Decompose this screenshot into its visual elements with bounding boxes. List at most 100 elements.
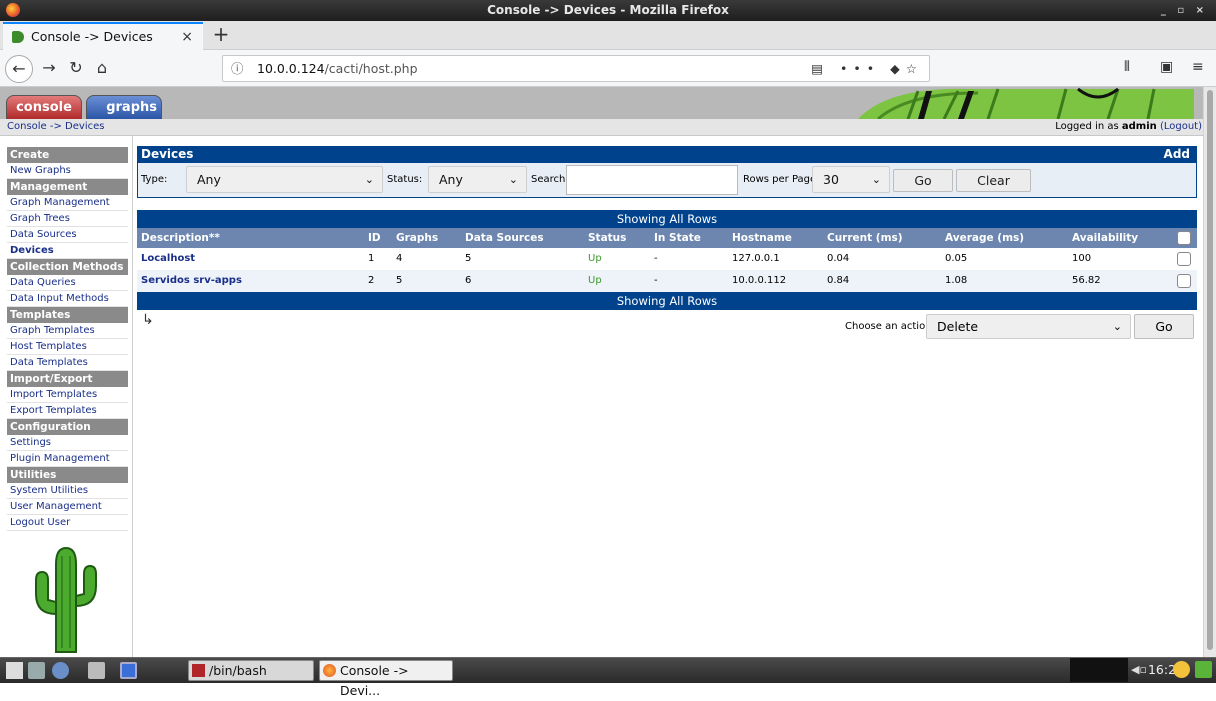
breadcrumb[interactable]: Console -> Devices (7, 119, 104, 135)
sidebar-item-export-templates[interactable]: Export Templates (7, 403, 128, 419)
sidebar-item-new-graphs[interactable]: New Graphs (7, 163, 128, 179)
desktop-icon[interactable] (88, 662, 105, 679)
bookmark-star-icon[interactable]: ☆ (906, 61, 923, 76)
sidebar-item-host-templates[interactable]: Host Templates (7, 339, 128, 355)
login-prefix: Logged in as (1055, 121, 1122, 132)
scrollbar-thumb[interactable] (1207, 90, 1213, 650)
url-host: 10.0.0.124 (257, 61, 325, 76)
reader-view-icon[interactable]: ▤ (811, 56, 823, 81)
col-average[interactable]: Average (ms) (945, 228, 1024, 248)
sidebar-item-plugin-management[interactable]: Plugin Management (7, 451, 128, 467)
table-row[interactable]: Servidos srv-apps 2 5 6 Up - 10.0.0.112 … (137, 270, 1197, 292)
col-description[interactable]: Description** (141, 228, 220, 248)
hamburger-menu-icon[interactable]: ≡ (1192, 59, 1204, 75)
add-device-link[interactable]: Add (1164, 146, 1190, 162)
col-availability[interactable]: Availability (1072, 228, 1138, 248)
site-info-icon[interactable]: ⓘ (231, 56, 244, 81)
device-link[interactable]: Servidos srv-apps (141, 275, 242, 286)
filter-go-button[interactable]: Go (893, 169, 953, 192)
filter-clear-button[interactable]: Clear (956, 169, 1031, 192)
cacti-favicon-icon (12, 31, 24, 43)
tab-console[interactable]: console (6, 95, 82, 119)
col-graphs[interactable]: Graphs (396, 228, 438, 248)
sidebar-item-settings[interactable]: Settings (7, 435, 128, 451)
window-titlebar: Console -> Devices - Mozilla Firefox _ ▫… (0, 0, 1216, 21)
cell-status: Up (588, 253, 602, 264)
taskbar-terminal[interactable]: /bin/bash (188, 660, 314, 681)
sidebar-item-import-templates[interactable]: Import Templates (7, 387, 128, 403)
search-label: Search: (531, 174, 569, 185)
chevron-down-icon: ⌄ (871, 173, 881, 186)
chevron-down-icon: ⌄ (508, 173, 518, 186)
showing-rows-top: Showing All Rows (137, 210, 1197, 228)
table-header: Description** ID Graphs Data Sources Sta… (137, 228, 1197, 248)
home-button[interactable]: ⌂ (91, 58, 113, 78)
col-data-sources[interactable]: Data Sources (465, 228, 544, 248)
col-hostname[interactable]: Hostname (732, 228, 792, 248)
search-input[interactable] (566, 165, 738, 195)
sidebar-item-data-input-methods[interactable]: Data Input Methods (7, 291, 128, 307)
taskbar-firefox[interactable]: Console -> Devi... (319, 660, 453, 698)
cell-id: 2 (368, 275, 375, 286)
forward-button[interactable]: → (38, 58, 60, 78)
url-bar[interactable]: ⓘ 10.0.0.124/cacti/host.php ▤ ••• ◆☆ (222, 55, 930, 82)
library-icon[interactable]: ⫴ (1124, 59, 1130, 75)
sidebar-item-devices[interactable]: Devices (7, 243, 128, 259)
type-select[interactable]: Any ⌄ (186, 166, 383, 193)
sidebar-item-user-management[interactable]: User Management (7, 499, 128, 515)
volume-icon[interactable]: ◀▫ (1131, 663, 1147, 676)
pocket-icon[interactable]: ◆ (890, 61, 906, 76)
taskbar-firefox-label: Console -> Devi... (340, 663, 409, 698)
sidebar-item-graph-templates[interactable]: Graph Templates (7, 323, 128, 339)
sidebar-item-data-sources[interactable]: Data Sources (7, 227, 128, 243)
back-button[interactable]: ← (5, 55, 33, 83)
cell-hostname: 127.0.0.1 (732, 253, 780, 264)
sidebar-item-system-utilities[interactable]: System Utilities (7, 483, 128, 499)
reload-button[interactable]: ↻ (65, 58, 87, 78)
os-taskbar: /bin/bash Console -> Devi... ◀▫ 16:24 (0, 657, 1216, 698)
action-go-button[interactable]: Go (1134, 314, 1194, 339)
browser-tab[interactable]: Console -> Devices × (3, 22, 203, 50)
sidebar-item-data-templates[interactable]: Data Templates (7, 355, 128, 371)
col-in-state[interactable]: In State (654, 228, 701, 248)
cell-availability: 100 (1072, 253, 1092, 264)
row-checkbox[interactable] (1177, 274, 1191, 288)
firefox-launcher-icon[interactable] (120, 662, 137, 679)
sidebar-item-data-queries[interactable]: Data Queries (7, 275, 128, 291)
file-manager-icon[interactable] (28, 662, 45, 679)
network-icon[interactable] (52, 662, 69, 679)
exit-icon[interactable] (1195, 661, 1212, 678)
col-current[interactable]: Current (ms) (827, 228, 903, 248)
logout-link[interactable]: (Logout) (1160, 121, 1202, 132)
status-select[interactable]: Any ⌄ (428, 166, 527, 193)
col-status[interactable]: Status (588, 228, 626, 248)
select-all-checkbox[interactable] (1177, 231, 1191, 245)
menu-header-collection-methods: Collection Methods (7, 259, 128, 275)
chevron-down-icon: ⌄ (364, 173, 374, 186)
cactus-banner-art (848, 87, 1194, 119)
start-menu-icon[interactable] (6, 662, 23, 679)
action-select[interactable]: Delete ⌄ (926, 314, 1131, 339)
rows-per-page-select[interactable]: 30 ⌄ (812, 166, 890, 193)
col-id[interactable]: ID (368, 228, 381, 248)
sidebar-item-logout-user[interactable]: Logout User (7, 515, 128, 531)
close-tab-icon[interactable]: × (181, 24, 193, 50)
breadcrumb-bar: Console -> Devices Logged in as admin (L… (0, 119, 1208, 136)
device-link[interactable]: Localhost (141, 253, 195, 264)
menu-header-create: Create (7, 147, 128, 163)
row-checkbox[interactable] (1177, 252, 1191, 266)
sidebar-item-graph-trees[interactable]: Graph Trees (7, 211, 128, 227)
notification-icon[interactable] (1173, 661, 1190, 678)
sidebar-icon[interactable]: ▣ (1160, 59, 1173, 75)
cell-average: 1.08 (945, 275, 968, 286)
chevron-down-icon: ⌄ (1112, 320, 1122, 333)
table-row[interactable]: Localhost 1 4 5 Up - 127.0.0.1 0.04 0.05… (137, 248, 1197, 270)
page-actions-menu-icon[interactable]: ••• (840, 61, 880, 76)
new-tab-button[interactable]: + (208, 21, 234, 49)
sidebar-item-graph-management[interactable]: Graph Management (7, 195, 128, 211)
window-controls[interactable]: _ ▫ × (1161, 0, 1208, 21)
login-user: admin (1121, 121, 1157, 132)
page-scrollbar[interactable] (1203, 87, 1216, 657)
tab-graphs[interactable]: graphs (86, 95, 162, 119)
cell-data-sources: 5 (465, 253, 472, 264)
